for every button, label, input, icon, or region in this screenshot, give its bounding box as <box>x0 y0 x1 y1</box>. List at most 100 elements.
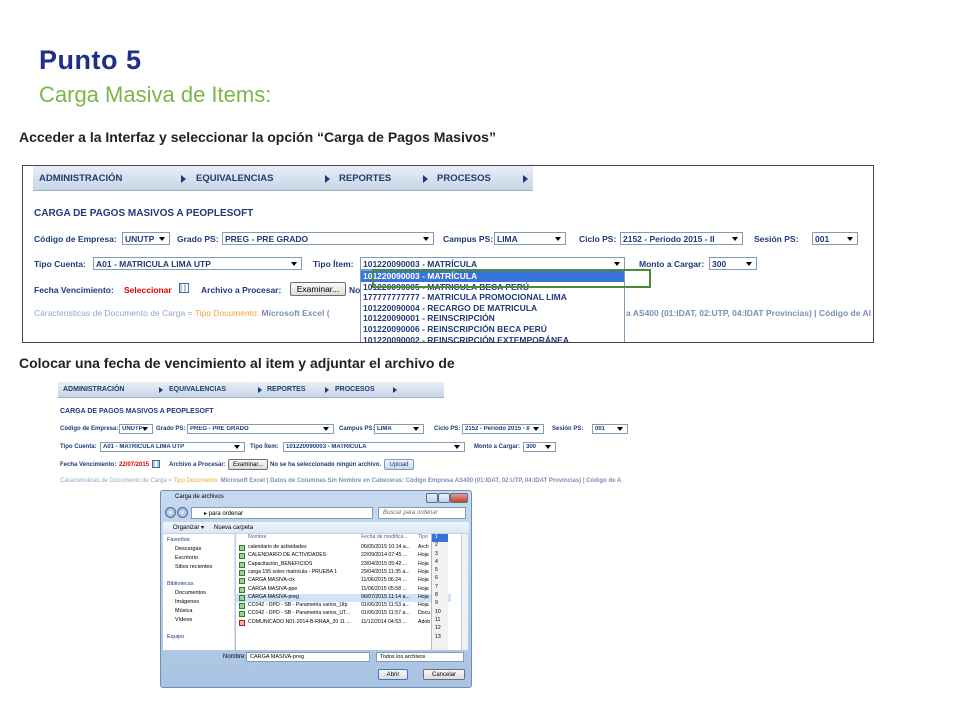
dropdown-option[interactable]: 101220090004 - RECARGO DE MATRICULA <box>361 303 624 314</box>
campus-ps-select[interactable]: LIMA <box>374 424 424 434</box>
codigo-empresa-select[interactable]: UNUTP <box>119 424 153 434</box>
menu-equivalencias[interactable]: EQUIVALENCIAS <box>196 166 273 190</box>
chevron-down-icon <box>732 236 738 241</box>
caracteristicas-text: Cáracteristicas de Documento de Carga = … <box>60 478 621 484</box>
menu-procesos[interactable]: PROCESOS <box>437 166 491 190</box>
nav-sitios-recientes[interactable]: Sitios recientes <box>175 564 212 570</box>
file-row[interactable]: CC042 - DPD - SB - Parametria varios_UT.… <box>236 610 451 618</box>
forward-icon[interactable] <box>177 507 188 518</box>
file-type: Arch <box>418 544 429 550</box>
chevron-down-icon <box>323 427 329 431</box>
maximize-icon[interactable] <box>438 493 450 503</box>
file-row[interactable]: Capacitación_BENEFICIOS 23/04/2015 05:42 … <box>236 561 451 569</box>
row-number: 2 <box>435 542 438 549</box>
upload-button[interactable]: Upload <box>384 459 414 470</box>
excel-file-icon <box>239 586 245 593</box>
nav-documentos[interactable]: Documentos <box>175 590 206 596</box>
tipo-cuenta-select[interactable]: A01 - MATRICULA LIMA UTP <box>93 257 302 270</box>
tipo-item-value: 101220090003 - MATRÍCULA <box>286 444 367 450</box>
file-date: 01/06/2015 11:53 a... <box>361 602 410 609</box>
file-row[interactable]: carga 195 soles matricula - PRUEBA 1 29/0… <box>236 569 451 577</box>
label-tipo-item: Tipo Ítem: <box>313 259 354 269</box>
search-input[interactable]: Buscar para ordenar <box>378 507 466 519</box>
monto-cargar-select[interactable]: 300 <box>709 257 757 270</box>
ciclo-ps-select[interactable]: 2152 - Periodo 2015 - II <box>462 424 544 434</box>
file-row[interactable]: CARGA MASIVA-ppe 11/06/2015 05:58 ... Hoja <box>236 586 451 594</box>
nav-videos[interactable]: Vídeos <box>175 617 192 623</box>
organize-button[interactable]: Organizar ▾ <box>173 524 204 531</box>
address-bar[interactable]: ▸ para ordenar <box>191 507 373 519</box>
menu-arrow-icon <box>181 175 186 183</box>
row-number: 10 <box>435 608 441 615</box>
nav-equipo[interactable]: Equipo <box>167 634 184 640</box>
label-campus-ps: Campus PS: <box>443 234 494 244</box>
menu-bar: ADMINISTRACIÓN EQUIVALENCIAS REPORTES PR… <box>33 166 533 191</box>
file-row[interactable]: CARGA MASIVA-preg 06/07/2015 11:14 a... Ho… <box>236 593 451 603</box>
menu-administracion[interactable]: ADMINISTRACIÓN <box>63 382 124 397</box>
file-name: calendario de actividades <box>248 544 307 550</box>
dropdown-option[interactable]: 101220090002 - REINSCRIPCIÓN EXTEMPORÁNE… <box>361 335 624 342</box>
file-name: CARGA MASIVA-preg <box>248 593 299 600</box>
tipo-cuenta-select[interactable]: A01 - MATRICULA LIMA UTP <box>100 442 245 452</box>
chevron-down-icon <box>847 236 853 241</box>
caracteristicas-tail: | Datos de Columnas Sin Nombre en Cabece… <box>264 478 622 484</box>
filename-input[interactable]: CARGA MASIVA-preg <box>246 652 370 662</box>
nav-favoritos[interactable]: Favoritos <box>167 537 190 543</box>
codigo-empresa-select[interactable]: UNUTP <box>122 232 170 245</box>
calendar-icon[interactable] <box>152 460 160 468</box>
dropdown-option[interactable]: 101220090006 - REINSCRIPCIÓN BECA PERÚ <box>361 324 624 335</box>
filetype-select[interactable]: Todos los archivos <box>376 652 464 662</box>
row-number: 5 <box>435 567 438 574</box>
grado-ps-value: PREG - PRE GRADO <box>225 233 309 244</box>
file-row[interactable]: calendario de actividades 06/05/2015 10:1… <box>236 544 451 552</box>
sesion-ps-value: 001 <box>815 233 830 244</box>
column-name[interactable]: Nombre <box>248 534 266 543</box>
fecha-value[interactable]: 22/07/2015 <box>119 462 149 468</box>
nav-musica[interactable]: Música <box>175 608 192 614</box>
close-icon[interactable] <box>450 493 468 503</box>
label-monto-cargar: Monto a Cargar: <box>639 259 705 269</box>
form-title: CARGA DE PAGOS MASIVOS A PEOPLESOFT <box>60 408 214 415</box>
open-button[interactable]: Abrir <box>378 669 408 680</box>
grado-ps-select[interactable]: PREG - PRE GRADO <box>222 232 434 245</box>
nav-descargas[interactable]: Descargas <box>175 546 201 552</box>
menu-reportes[interactable]: REPORTES <box>267 382 306 397</box>
nav-bibliotecas[interactable]: Bibliotecas <box>167 581 194 587</box>
menu-equivalencias[interactable]: EQUIVALENCIAS <box>169 382 226 397</box>
row-number: 13 <box>435 633 441 640</box>
nav-escritorio[interactable]: Escritorio <box>175 555 198 561</box>
nav-imagenes[interactable]: Imágenes <box>175 599 199 605</box>
examinar-button[interactable]: Examinar... <box>228 459 268 470</box>
file-row[interactable]: COMUNICADO N01-2014-B-RRAA_20 11 ... 11/1… <box>236 619 451 627</box>
file-type: Hoja <box>418 585 429 592</box>
tipo-item-select[interactable]: 101220090003 - MATRÍCULA <box>283 442 465 452</box>
menu-reportes[interactable]: REPORTES <box>339 166 391 190</box>
column-date[interactable]: Fecha de modifica... <box>361 534 408 543</box>
dropdown-option[interactable]: 177777777777 - MATRICULA PROMOCIONAL LIM… <box>361 292 624 303</box>
examinar-button[interactable]: Examinar... <box>290 282 346 296</box>
scrollbar[interactable] <box>461 534 468 650</box>
monto-cargar-select[interactable]: 300 <box>523 442 556 452</box>
file-type: Hoja <box>418 568 429 575</box>
ciclo-ps-select[interactable]: 2152 - Periodo 2015 - II <box>620 232 743 245</box>
sesion-ps-select[interactable]: 001 <box>812 232 858 245</box>
file-row[interactable]: CARGA MASIVA-cix 11/06/2015 06:24 ... Hoja <box>236 577 451 585</box>
file-row[interactable]: CC042 - DPD - SB - Parametria varios_Utp… <box>236 602 451 610</box>
menu-arrow-icon <box>258 387 262 393</box>
calendar-icon[interactable] <box>179 283 189 293</box>
campus-ps-select[interactable]: LIMA <box>494 232 566 245</box>
new-folder-button[interactable]: Nueva carpeta <box>214 525 253 531</box>
fecha-select-link[interactable]: Seleccionar <box>124 285 172 295</box>
minimize-icon[interactable] <box>426 493 438 503</box>
label-grado-ps: Grado PS: <box>177 234 219 244</box>
menu-administracion[interactable]: ADMINISTRACIÓN <box>39 166 122 190</box>
column-type[interactable]: Tipo <box>418 534 428 543</box>
excel-file-icon <box>239 561 245 568</box>
sesion-ps-select[interactable]: 001 <box>592 424 628 434</box>
back-icon[interactable] <box>165 507 176 518</box>
file-row[interactable]: CALENDARIO DE ACTIVIDADES 22/09/2014 07:4… <box>236 552 451 560</box>
grado-ps-select[interactable]: PREG - PRE GRADO <box>187 424 334 434</box>
dropdown-option[interactable]: 101220090001 - REINSCRIPCIÓN <box>361 313 624 324</box>
menu-procesos[interactable]: PROCESOS <box>335 382 375 397</box>
cancel-button[interactable]: Cancelar <box>423 669 465 680</box>
